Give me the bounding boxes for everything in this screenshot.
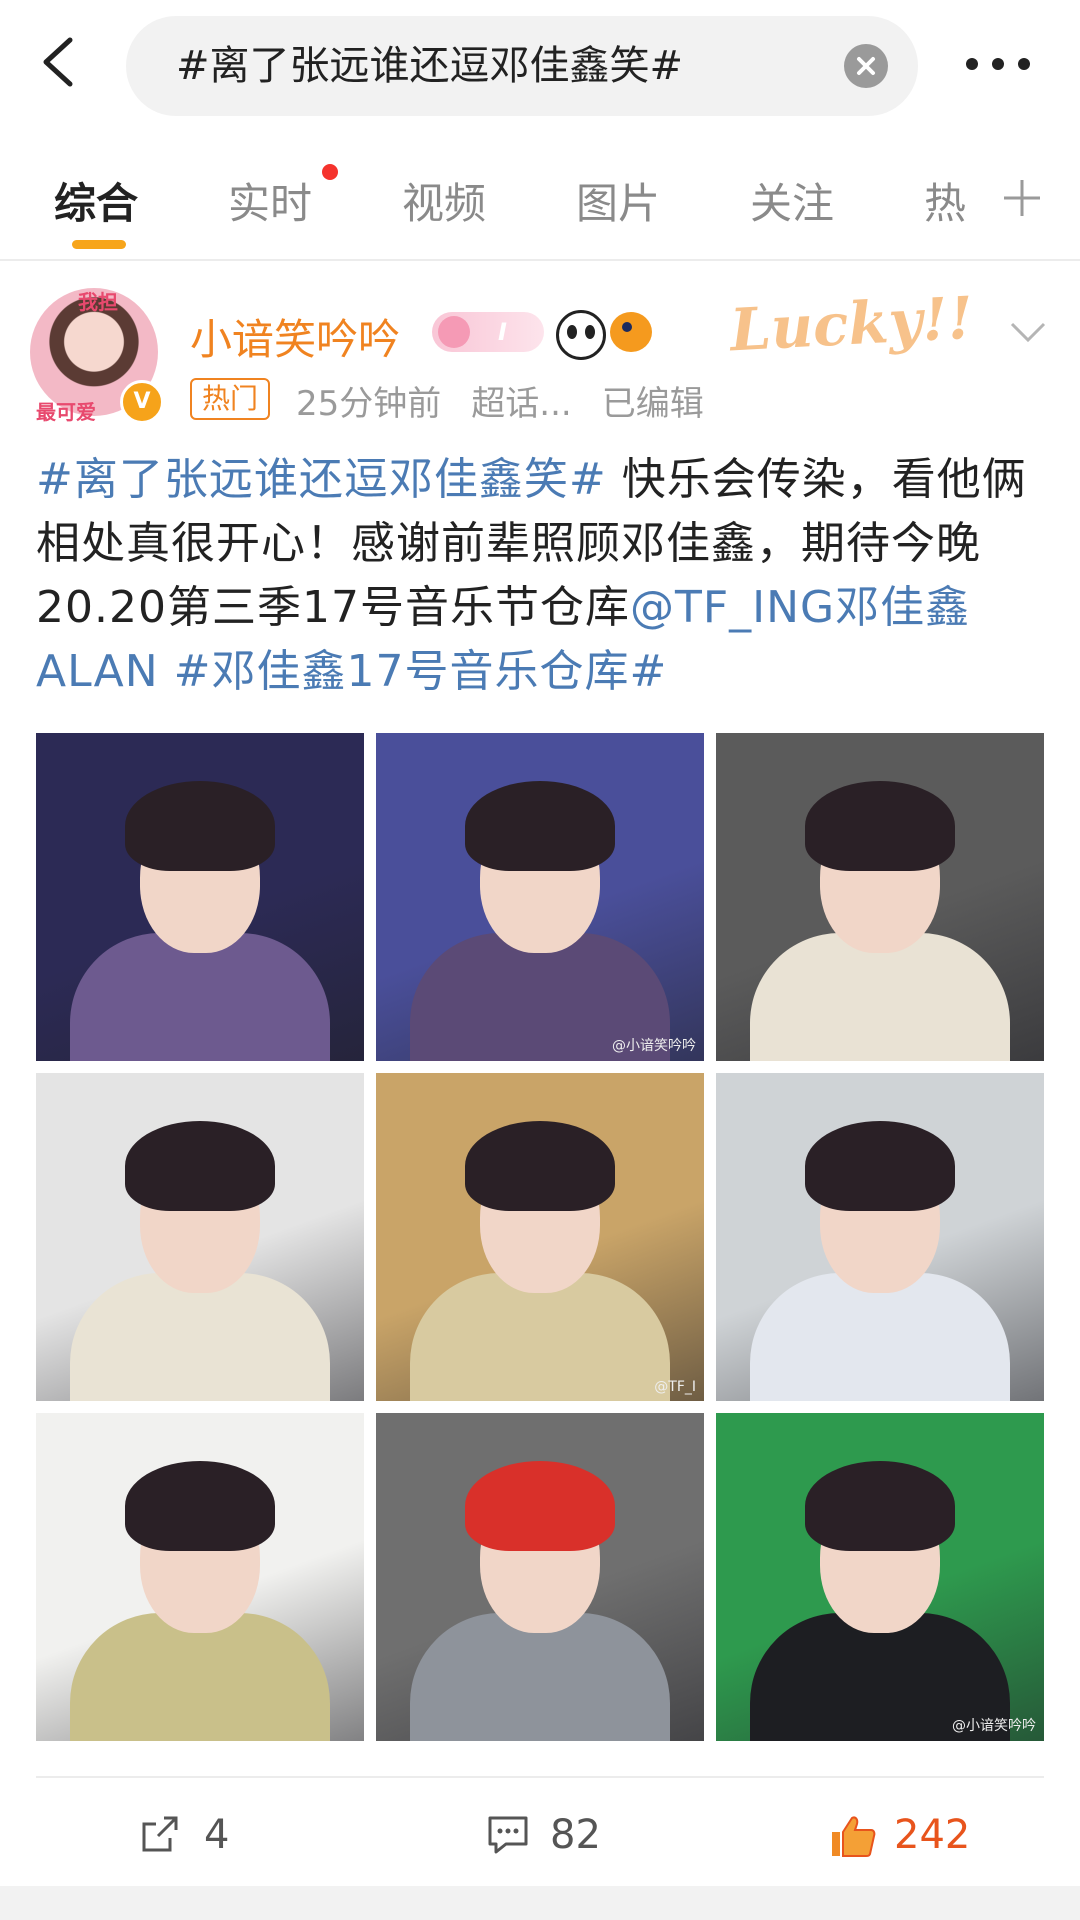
comment-count: 82 bbox=[550, 1812, 601, 1858]
image-watermark: @TF_I bbox=[654, 1379, 696, 1395]
fan-badge-icon: I bbox=[432, 312, 544, 352]
post-image-v-neck-sweater-portrait[interactable] bbox=[36, 1073, 364, 1401]
image-watermark: @小谙笑吟吟 bbox=[612, 1038, 696, 1054]
post-time: 25分钟前 bbox=[296, 384, 442, 424]
fan-badge-text: I bbox=[498, 318, 507, 346]
topic-link-2[interactable]: #邓佳鑫17号音乐仓库# bbox=[174, 646, 668, 697]
image-figure-hair bbox=[125, 1121, 275, 1211]
author-name[interactable]: 小谙笑吟吟 bbox=[190, 306, 400, 367]
avatar-frame-text-top: 我担 bbox=[78, 290, 118, 314]
repost-count: 4 bbox=[204, 1812, 230, 1858]
image-figure-hair bbox=[805, 781, 955, 871]
like-count: 242 bbox=[894, 1812, 971, 1858]
add-tab-icon[interactable] bbox=[1000, 176, 1044, 220]
chevron-down-icon[interactable] bbox=[1008, 318, 1048, 346]
image-figure-hair bbox=[465, 781, 615, 871]
image-figure-hair bbox=[805, 1121, 955, 1211]
hot-tag: 热门 bbox=[190, 378, 271, 420]
post-image-yellow-jacket-reading[interactable]: @TF_I bbox=[376, 1073, 704, 1401]
image-figure-hair bbox=[125, 781, 275, 871]
post-image-white-shirt-portrait[interactable] bbox=[716, 733, 1044, 1061]
comment-icon bbox=[488, 1816, 528, 1854]
lucky-decoration: Lucky!! bbox=[728, 283, 975, 365]
avatar-frame-text-bottom: 最可爱 bbox=[36, 400, 96, 424]
post-image-stage-closeup-glasses-mic[interactable]: @小谙笑吟吟 bbox=[376, 733, 704, 1061]
edited-label: 已编辑 bbox=[601, 384, 704, 424]
fish-icon bbox=[610, 312, 652, 352]
image-figure-hair bbox=[465, 1121, 615, 1211]
tab-hot[interactable]: 热 bbox=[924, 170, 966, 231]
tab-video[interactable]: 视频 bbox=[402, 170, 486, 231]
post-meta: 25分钟前 超话... 已编辑 bbox=[296, 376, 734, 425]
post-image-library-yellow-hoodie[interactable] bbox=[36, 1413, 364, 1741]
repost-icon bbox=[142, 1816, 178, 1852]
clear-search-icon[interactable] bbox=[844, 44, 888, 88]
post-image-black-jacket-green-wall[interactable]: @小谙笑吟吟 bbox=[716, 1413, 1044, 1741]
image-figure-hair bbox=[805, 1461, 955, 1551]
tab-following[interactable]: 关注 bbox=[750, 170, 834, 231]
topic-link[interactable]: #离了张远谁还逗邓佳鑫笑# bbox=[36, 454, 607, 505]
active-tab-indicator bbox=[72, 240, 126, 249]
panda-icon bbox=[556, 310, 606, 360]
search-query-text[interactable]: #离了张远谁还逗邓佳鑫笑# bbox=[176, 16, 683, 116]
thumbs-up-icon bbox=[832, 1816, 876, 1857]
more-options-icon[interactable] bbox=[962, 48, 1034, 80]
top-bar: #离了张远谁还逗邓佳鑫笑# bbox=[0, 0, 1080, 138]
verified-badge-icon: V bbox=[120, 380, 164, 424]
image-grid: @小谙笑吟吟 @TF_I @小谙笑吟吟 bbox=[36, 733, 1044, 1741]
post-image-red-lobster-hat-mic[interactable] bbox=[376, 1413, 704, 1741]
image-figure-hair bbox=[125, 1461, 275, 1551]
feed-separator bbox=[0, 1886, 1080, 1920]
tab-comprehensive[interactable]: 综合 bbox=[54, 170, 138, 231]
post-image-stage-purple-jacket-mic[interactable] bbox=[36, 733, 364, 1061]
back-arrow-icon[interactable] bbox=[30, 30, 94, 94]
tab-pictures[interactable]: 图片 bbox=[576, 170, 660, 231]
image-watermark: @小谙笑吟吟 bbox=[952, 1718, 1036, 1734]
post-source[interactable]: 超话... bbox=[471, 384, 571, 424]
search-field[interactable]: #离了张远谁还逗邓佳鑫笑# bbox=[126, 16, 918, 116]
post-text: #离了张远谁还逗邓佳鑫笑# 快乐会传染，看他俩相处真很开心！感谢前辈照顾邓佳鑫，… bbox=[36, 448, 1048, 704]
actions-divider bbox=[36, 1776, 1044, 1778]
tabs-divider bbox=[0, 259, 1080, 261]
post-image-airport-black-mask[interactable] bbox=[716, 1073, 1044, 1401]
tab-bar: 综合 实时 视频 图片 关注 热 bbox=[0, 148, 1080, 258]
notification-dot bbox=[322, 164, 338, 180]
tab-realtime[interactable]: 实时 bbox=[228, 170, 312, 231]
image-figure-hair bbox=[465, 1461, 615, 1551]
